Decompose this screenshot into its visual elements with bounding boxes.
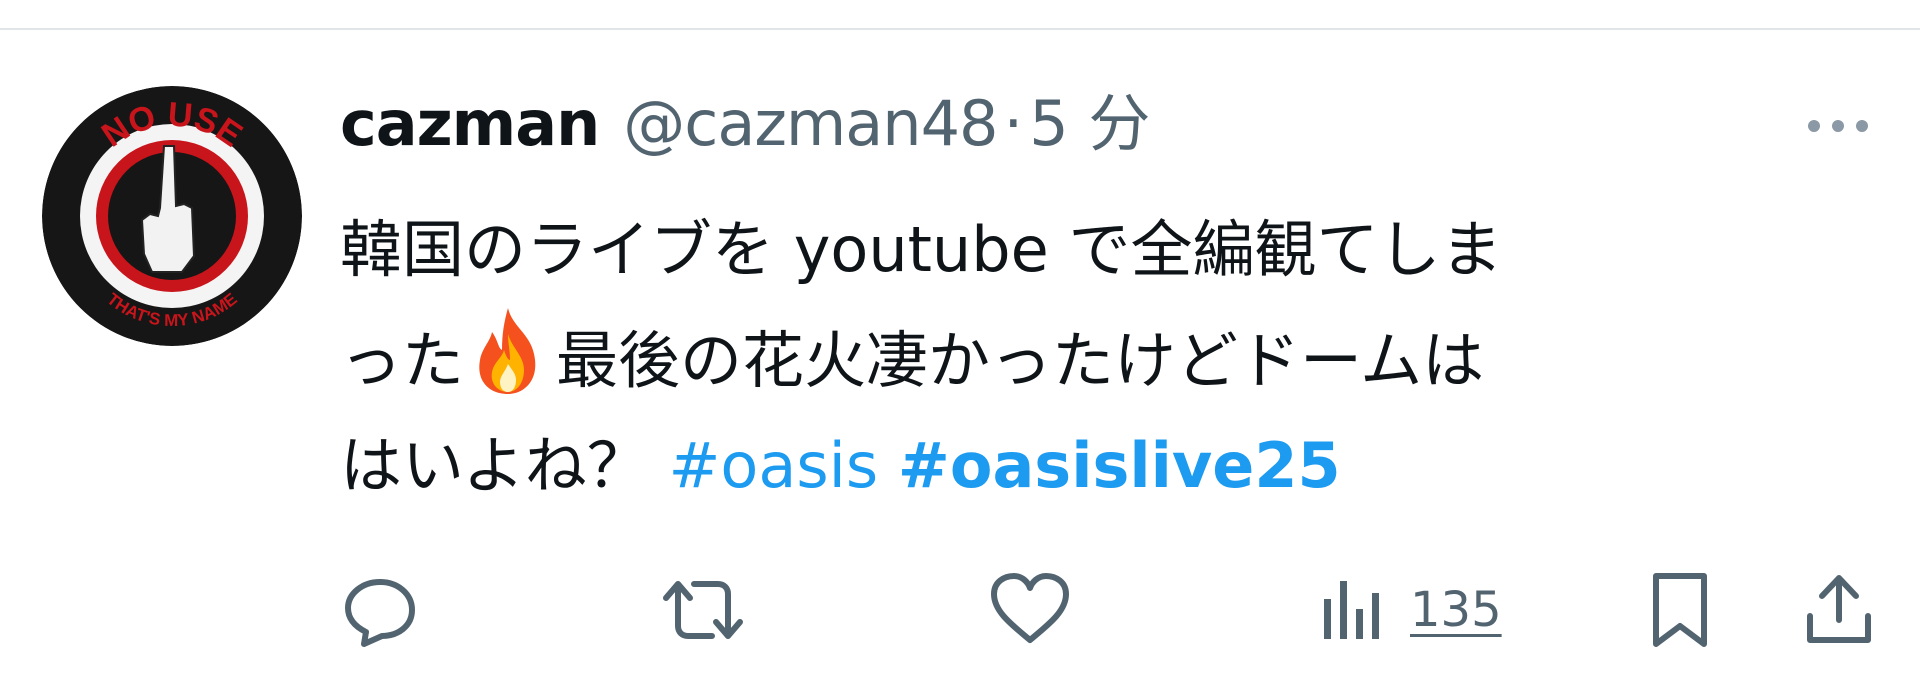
tweet-text-line-3: はいよね？ #oasis #oasislive25	[340, 412, 1880, 520]
bookmark-icon	[1653, 573, 1707, 647]
tweet-text-segment: った	[340, 324, 465, 397]
tweet-text-segment: はいよね？	[340, 429, 649, 502]
like-button[interactable]	[988, 570, 1072, 650]
views-count: 135	[1410, 582, 1502, 638]
hashtag-link[interactable]: #oasislive25	[898, 429, 1341, 502]
tweet-header: cazman @cazman48 · 5 分	[340, 88, 1150, 160]
header-separator: ·	[1003, 87, 1024, 160]
top-divider	[0, 28, 1920, 30]
display-name[interactable]: cazman	[340, 88, 600, 160]
retweet-icon	[663, 581, 743, 639]
tweet-text-line-2: った 最後の花火凄かったけどドームは	[340, 304, 1880, 412]
share-button[interactable]	[1804, 570, 1874, 650]
reply-icon	[345, 579, 415, 647]
user-handle[interactable]: @cazman48	[623, 88, 998, 160]
more-icon	[1808, 120, 1868, 132]
tweet-text: 韓国のライブを youtube で全編観てしま った 最後の花火凄かったけどドー…	[340, 196, 1880, 520]
tweet-page: NO USE THAT'S MY NAME cazman @cazman48 ·…	[0, 0, 1920, 698]
tweet-text-segment: 最後の花火凄かったけどドームは	[556, 324, 1485, 397]
views-button[interactable]: 135	[1318, 570, 1502, 650]
tweet-text-line-1: 韓国のライブを youtube で全編観てしま	[340, 213, 1503, 286]
bookmark-button[interactable]	[1648, 570, 1712, 650]
reply-button[interactable]	[340, 570, 420, 650]
fire-emoji-icon	[479, 308, 536, 394]
timestamp[interactable]: 5 分	[1029, 88, 1150, 160]
heart-icon	[991, 573, 1069, 643]
bar-chart-icon	[1324, 581, 1379, 639]
retweet-button[interactable]	[660, 570, 746, 650]
avatar-image: NO USE THAT'S MY NAME	[42, 86, 302, 346]
hashtag-link[interactable]: #oasis	[668, 429, 878, 502]
avatar[interactable]: NO USE THAT'S MY NAME	[42, 86, 302, 346]
share-icon	[1807, 575, 1871, 643]
more-button[interactable]	[1800, 104, 1876, 148]
